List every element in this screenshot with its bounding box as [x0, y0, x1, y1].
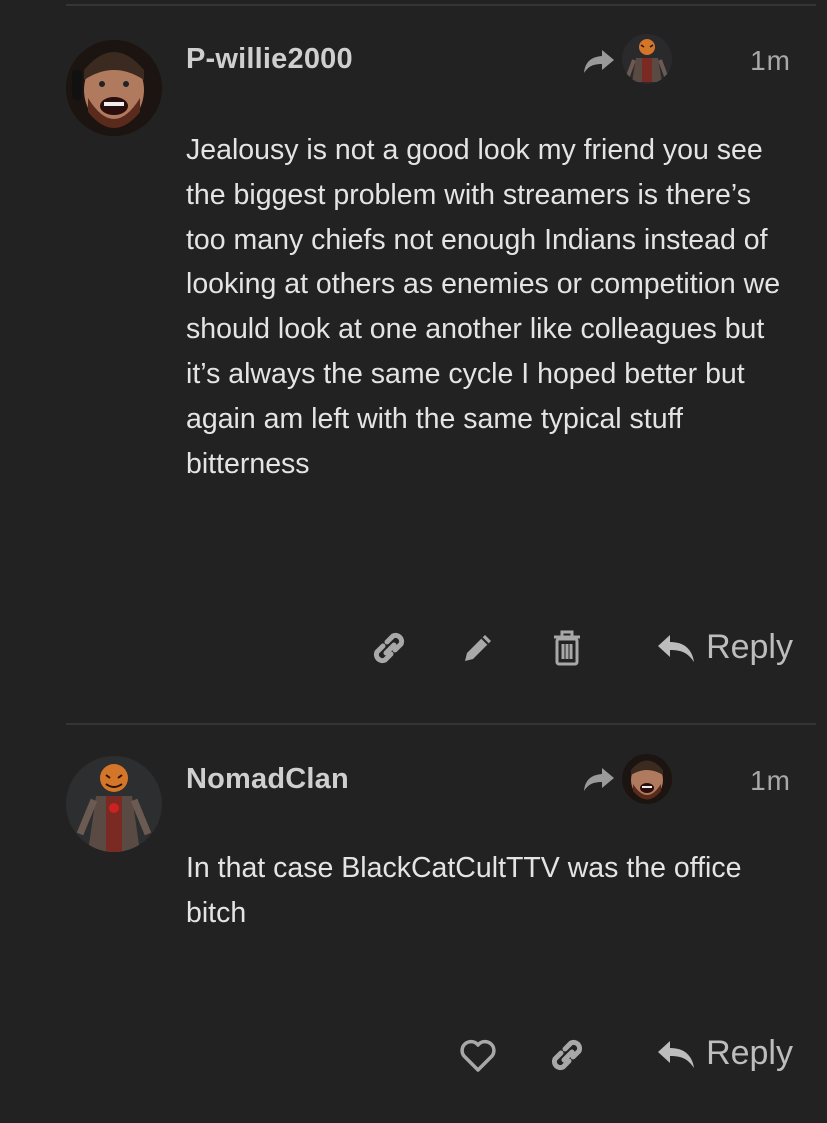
reply-label: Reply [706, 1034, 793, 1072]
reply-to-avatar[interactable] [622, 34, 672, 84]
reply-to-arrow-icon [582, 764, 616, 794]
post-body: In that case BlackCatCultTTV was the off… [186, 852, 742, 929]
pumpkin-knight-avatar-image [622, 34, 672, 84]
username[interactable]: NomadClan [186, 763, 349, 796]
reply-button[interactable]: Reply [656, 1034, 793, 1073]
pumpkin-knight-avatar-image [66, 756, 162, 852]
post-timestamp[interactable]: 1m [750, 765, 791, 797]
link-icon[interactable] [546, 1034, 588, 1076]
reply-label: Reply [706, 628, 793, 666]
heart-icon[interactable] [457, 1034, 499, 1076]
user-avatar[interactable] [66, 40, 162, 136]
post-divider [66, 723, 816, 725]
reply-to-arrow-icon [582, 46, 616, 76]
reply-button[interactable]: Reply [656, 628, 793, 667]
reply-arrow-icon [658, 634, 695, 662]
reply-arrow-icon [658, 1040, 695, 1068]
link-icon[interactable] [368, 627, 410, 669]
post-body: Jealousy is not a good look my friend yo… [186, 134, 781, 480]
user-avatar[interactable] [66, 756, 162, 852]
trash-icon[interactable] [546, 627, 588, 669]
bearded-man-avatar-image [622, 754, 672, 804]
bearded-man-avatar-image [66, 40, 162, 136]
top-divider [66, 4, 816, 6]
post-timestamp[interactable]: 1m [750, 45, 791, 77]
edit-icon[interactable] [457, 627, 499, 669]
username[interactable]: P-willie2000 [186, 43, 353, 76]
reply-to-avatar[interactable] [622, 754, 672, 804]
